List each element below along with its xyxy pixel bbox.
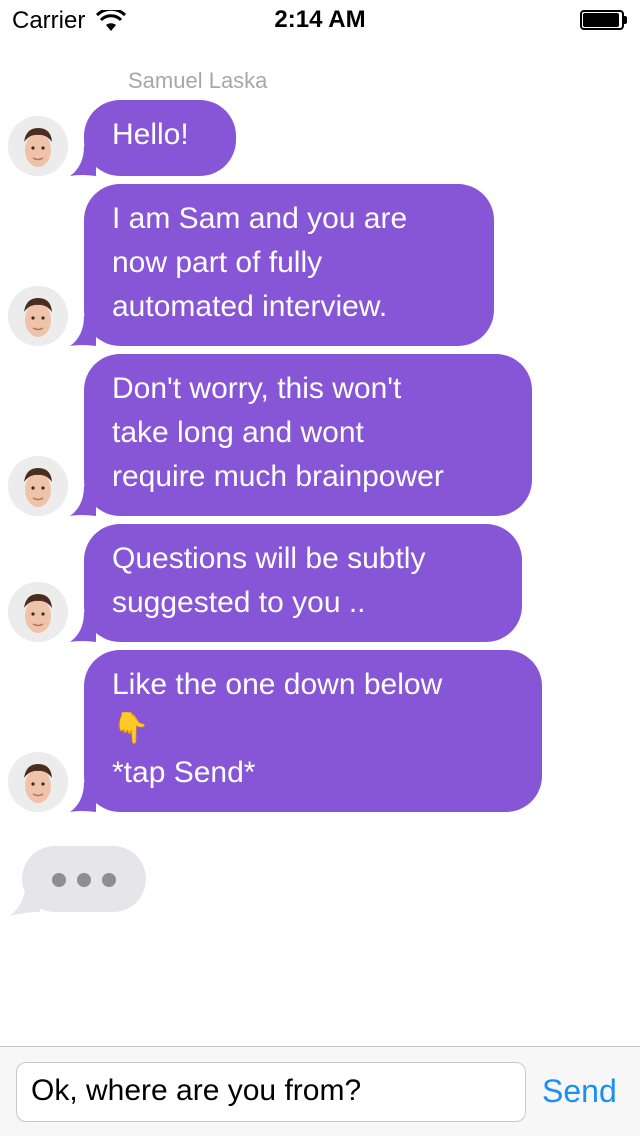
avatar[interactable] [8,752,68,812]
message-text: automated interview. [112,290,388,323]
typing-indicator [22,846,146,912]
avatar[interactable] [8,582,68,642]
avatar[interactable] [8,286,68,346]
message-text: Don't worry, this won't [112,372,402,405]
avatar[interactable] [8,116,68,176]
chat-screen: Carrier 2:14 AM Samuel Laska Hello! I am… [0,0,640,1136]
message-bubble[interactable]: Like the one down below 👇 *tap Send* [84,650,542,812]
status-time: 2:14 AM [274,6,366,33]
message-bubble[interactable]: Don't worry, this won't take long and wo… [84,354,532,516]
message-bubble[interactable]: Questions will be subtly suggested to yo… [84,524,522,642]
avatar[interactable] [8,456,68,516]
send-button[interactable]: Send [542,1073,617,1110]
message-text: suggested to you .. [112,586,366,619]
message-bubble[interactable]: Hello! [84,100,236,176]
sender-name: Samuel Laska [128,68,268,93]
message-text: Like the one down below [112,668,443,701]
message-text: I am Sam and you are [112,202,408,235]
message-text: Hello! [112,118,189,151]
battery-icon [580,10,627,30]
message-input[interactable]: Ok, where are you from? [16,1062,526,1122]
message-input-bar: Ok, where are you from? Send [0,1046,640,1136]
message-text: Questions will be subtly [112,542,426,575]
message-text: *tap Send* [112,756,256,789]
message-text: now part of fully [112,246,323,279]
message-bubble[interactable]: I am Sam and you are now part of fully a… [84,184,494,346]
status-bar: Carrier 2:14 AM [0,0,640,40]
message-text: take long and wont [112,416,364,449]
pointing-down-icon: 👇 [112,712,150,745]
message-text: require much brainpower [112,460,444,493]
